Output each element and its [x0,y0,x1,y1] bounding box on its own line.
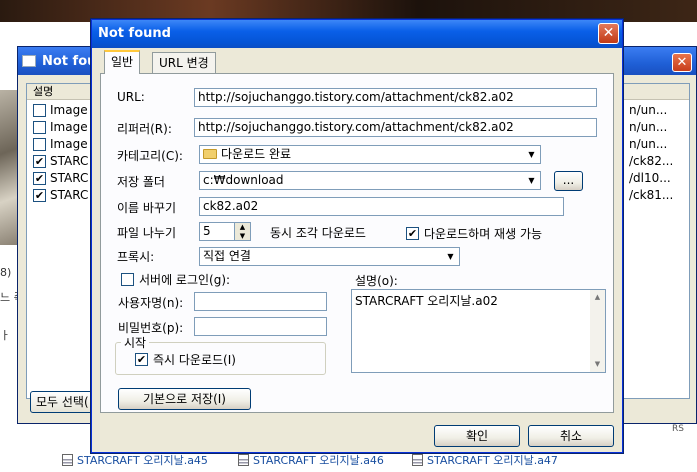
list-item[interactable]: Image [33,103,88,117]
url-label: URL: [117,90,145,104]
scroll-up-icon[interactable]: ▲ [590,290,605,305]
list-item[interactable]: ✔ STARC [33,154,88,168]
app-icon [22,55,36,67]
split-value: 5 [203,224,211,238]
checkbox-box[interactable] [121,273,134,286]
document-icon [238,454,249,466]
row-url: n/un... [629,103,668,117]
background-link-label: STARCRAFT 오리지날.a47 [427,454,558,467]
save-folder-value: c:₩download [203,173,284,187]
list-item[interactable]: ✔ STARC [33,171,88,185]
close-icon[interactable]: ✕ [598,23,619,44]
description-textarea[interactable]: STARCRAFT 오리지날.a02 ▲ ▼ [351,289,606,373]
row-url: n/un... [629,137,668,151]
folder-icon [203,149,217,159]
background-photo [0,90,17,245]
split-stepper[interactable]: 5 ▲ ▼ [199,222,251,241]
tab-general[interactable]: 일반 [104,50,141,74]
background-link[interactable]: STARCRAFT 오리지날.a47 [412,452,558,468]
split-suffix: 동시 조각 다운로드 [270,226,366,240]
play-while-download-checkbox[interactable]: ✔ 다운로드하며 재생 가능 [406,225,542,242]
description-value: STARCRAFT 오리지날.a02 [355,294,498,308]
list-item[interactable]: Image [33,120,88,134]
row-checkbox[interactable]: ✔ [33,188,46,202]
list-item[interactable]: Image [33,137,88,151]
chevron-down-icon[interactable]: ▼ [524,173,539,188]
checkbox-label: 다운로드하며 재생 가능 [424,227,543,241]
spin-arrows-icon[interactable]: ▲ ▼ [234,223,250,240]
rename-field[interactable]: ck82.a02 [199,197,564,216]
start-group-title: 시작 [121,334,150,351]
rename-label: 이름 바꾸기 [117,201,177,215]
proxy-value: 직접 연결 [203,249,251,263]
checkbox-label: 서버에 로그인(g): [139,273,231,287]
row-label: Image [50,103,88,117]
save-folder-label: 저장 폴더 [117,175,165,189]
ok-button[interactable]: 확인 [434,425,520,447]
browse-folder-button[interactable]: ... [554,171,583,191]
dialog-titlebar[interactable]: Not found [92,20,622,48]
background-link-label: STARCRAFT 오리지날.a45 [77,454,208,467]
row-label: Image [50,120,88,134]
referrer-label: 리퍼러(R): [117,122,172,136]
scroll-down-icon[interactable]: ▼ [590,357,605,372]
description-label: 설명(o): [355,274,398,288]
checkbox-box[interactable]: ✔ [406,227,419,240]
checkbox-label: 즉시 다운로드(I) [153,353,236,367]
rss-label[interactable]: RS [672,424,684,434]
row-url: n/un... [629,120,668,134]
background-text: 8) [0,266,12,279]
row-label: Image [50,137,88,151]
close-icon[interactable]: ✕ [672,53,692,72]
background-link[interactable]: STARCRAFT 오리지날.a46 [238,452,384,468]
scrollbar[interactable]: ▲ ▼ [590,290,605,372]
back-window-title: Not fou [42,53,97,69]
document-icon [412,454,423,466]
row-url: /ck82... [629,154,674,168]
category-value: 다운로드 완료 [221,147,292,161]
row-url: /ck81... [629,188,674,202]
row-label: STARC [50,188,89,202]
background-text: ㅏ [0,329,11,342]
save-folder-select[interactable]: c:₩download ▼ [199,171,541,190]
username-label: 사용자명(n): [118,296,184,310]
row-label: STARC [50,171,89,185]
row-label: STARC [50,154,89,168]
download-now-checkbox[interactable]: ✔ 즉시 다운로드(I) [135,351,236,368]
cancel-button[interactable]: 취소 [528,425,614,447]
row-checkbox[interactable] [33,120,46,134]
row-checkbox[interactable]: ✔ [33,171,46,185]
chevron-down-icon[interactable]: ▼ [443,249,458,264]
url-field[interactable]: http://sojuchanggo.tistory.com/attachmen… [194,88,597,107]
split-label: 파일 나누기 [117,226,177,240]
row-checkbox[interactable] [33,137,46,151]
row-checkbox[interactable] [33,103,46,117]
password-field[interactable] [194,317,327,336]
list-item[interactable]: ✔ STARC [33,188,88,202]
general-panel: URL: http://sojuchanggo.tistory.com/atta… [100,73,614,413]
username-field[interactable] [194,292,327,311]
category-select[interactable]: 다운로드 완료 ▼ [199,145,541,164]
save-default-button[interactable]: 기본으로 저장(I) [118,388,251,410]
proxy-select[interactable]: 직접 연결 ▼ [199,247,460,266]
row-checkbox[interactable]: ✔ [33,154,46,168]
category-label: 카테고리(C): [117,149,183,163]
tab-url-change[interactable]: URL 변경 [152,52,216,74]
not-found-dialog: Not found ✕ 일반 URL 변경 URL: http://sojuch… [91,19,623,453]
proxy-label: 프록시: [117,250,155,264]
document-icon [62,454,73,466]
background-link-label: STARCRAFT 오리지날.a46 [253,454,384,467]
background-link[interactable]: STARCRAFT 오리지날.a45 [62,452,208,468]
dialog-title: Not found [98,26,171,41]
row-url: /dl10... [629,171,671,185]
server-login-checkbox[interactable]: 서버에 로그인(g): [121,271,230,288]
checkbox-box[interactable]: ✔ [135,353,148,366]
chevron-down-icon[interactable]: ▼ [524,147,539,162]
referrer-field[interactable]: http://sojuchanggo.tistory.com/attachmen… [194,118,597,137]
